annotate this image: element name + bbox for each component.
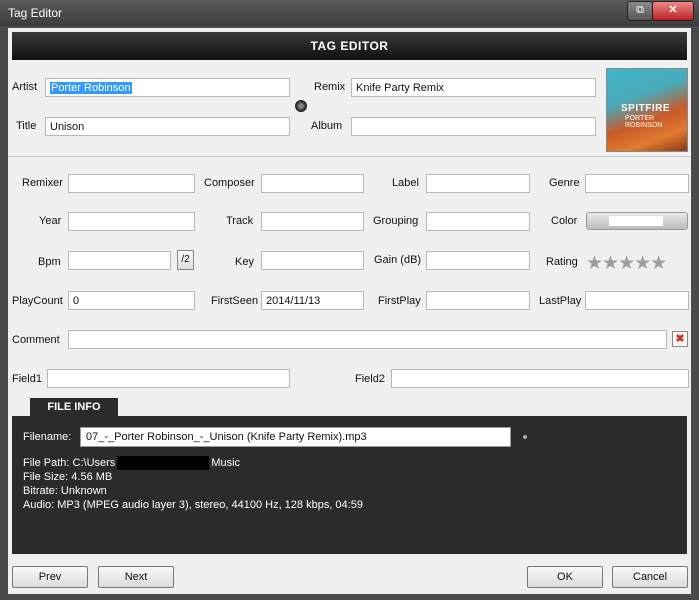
year-input[interactable] — [68, 212, 195, 231]
album-label: Album — [311, 120, 343, 132]
file-path-prefix: File Path: C:\Users — [23, 456, 116, 469]
firstplay-label: FirstPlay — [378, 295, 421, 307]
remixer-input[interactable] — [68, 174, 195, 193]
prev-button[interactable]: Prev — [12, 566, 88, 588]
remix-label: Remix — [314, 81, 346, 93]
track-input[interactable] — [261, 212, 364, 231]
bpm-label: Bpm — [38, 256, 61, 268]
file-path: File Path: C:\Users Music — [23, 456, 240, 470]
gain-input[interactable] — [426, 251, 530, 270]
color-picker-button[interactable] — [586, 212, 688, 230]
link-indicator-icon[interactable] — [295, 100, 307, 112]
title-label: Title — [16, 120, 37, 132]
page-title: TAG EDITOR — [12, 32, 687, 60]
cancel-button[interactable]: Cancel — [612, 566, 688, 588]
ok-button[interactable]: OK — [527, 566, 603, 588]
audio-info: Audio: MP3 (MPEG audio layer 3), stereo,… — [23, 499, 363, 511]
comment-label: Comment — [12, 334, 60, 346]
bpm-half-button[interactable]: /2 — [177, 250, 194, 270]
filename-input[interactable]: 07_-_Porter Robinson_-_Unison (Knife Par… — [80, 427, 511, 447]
filename-label: Filename: — [23, 431, 72, 443]
rating-stars-icon[interactable]: ★★★★★ — [586, 252, 667, 275]
color-label: Color — [551, 215, 578, 227]
firstseen-label: FirstSeen — [211, 295, 259, 307]
section-divider — [8, 156, 691, 157]
key-label: Key — [235, 256, 254, 268]
tag-editor-window: Tag Editor ⧉ ✕ TAG EDITOR Artist Porter … — [0, 0, 699, 600]
cover-title: SPITFIRE — [621, 103, 671, 114]
grouping-input[interactable] — [426, 212, 530, 231]
composer-input[interactable] — [261, 174, 364, 193]
rating-label: Rating — [546, 256, 578, 268]
bitrate: Bitrate: Unknown — [23, 485, 107, 497]
genre-label: Genre — [549, 177, 580, 189]
filename-indicator-icon — [523, 435, 527, 439]
playcount-input[interactable]: 0 — [68, 291, 195, 310]
firstseen-input[interactable]: 2014/11/13 — [261, 291, 364, 310]
label-label: Label — [392, 177, 419, 189]
tab-file-info[interactable]: FILE INFO — [30, 398, 118, 416]
album-input[interactable] — [351, 117, 596, 136]
track-label: Track — [226, 215, 254, 227]
clear-comment-icon[interactable]: ✖ — [672, 331, 688, 347]
album-cover-image[interactable]: SPITFIRE PORTER ROBINSON — [606, 68, 688, 152]
next-button[interactable]: Next — [98, 566, 174, 588]
bpm-input[interactable] — [68, 251, 171, 270]
composer-label: Composer — [204, 177, 255, 189]
gain-label: Gain (dB) — [374, 254, 422, 266]
field2-input[interactable] — [391, 369, 689, 388]
year-label: Year — [39, 215, 62, 227]
file-size: File Size: 4.56 MB — [23, 471, 113, 483]
playcount-label: PlayCount — [12, 295, 63, 307]
lastplay-label: LastPlay — [539, 295, 582, 307]
file-info-panel: Filename: 07_-_Porter Robinson_-_Unison … — [12, 416, 687, 554]
remixer-label: Remixer — [22, 177, 63, 189]
remix-input[interactable]: Knife Party Remix — [351, 78, 596, 97]
label-input[interactable] — [426, 174, 530, 193]
artist-label: Artist — [12, 81, 38, 93]
artist-input[interactable]: Porter Robinson — [45, 78, 290, 97]
redacted-block — [117, 456, 210, 470]
close-button[interactable]: ✕ — [652, 1, 694, 21]
cover-subtitle: PORTER ROBINSON — [625, 115, 663, 129]
color-swatch — [609, 216, 663, 226]
firstplay-input[interactable] — [426, 291, 530, 310]
grouping-label: Grouping — [373, 215, 419, 227]
title-bar[interactable]: Tag Editor ⧉ ✕ — [0, 0, 699, 26]
file-path-suffix: Music — [211, 456, 241, 469]
field1-input[interactable] — [47, 369, 290, 388]
window-title: Tag Editor — [8, 6, 63, 20]
artist-value: Porter Robinson — [50, 82, 132, 94]
comment-input[interactable] — [68, 330, 667, 349]
field2-label: Field2 — [355, 373, 385, 385]
lastplay-input[interactable] — [585, 291, 689, 310]
genre-input[interactable] — [585, 174, 689, 193]
title-input[interactable]: Unison — [45, 117, 290, 136]
key-input[interactable] — [261, 251, 364, 270]
field1-label: Field1 — [12, 373, 42, 385]
restore-button[interactable]: ⧉ — [627, 1, 653, 21]
editor-body: TAG EDITOR Artist Porter Robinson Remix … — [8, 28, 691, 594]
